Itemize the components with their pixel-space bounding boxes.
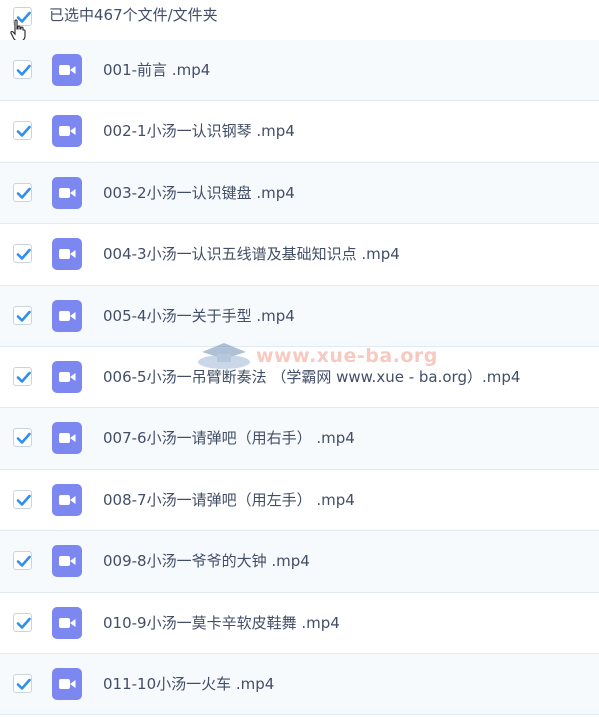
file-row[interactable]: 005-4小汤一关于手型 .mp4 [0,285,599,347]
video-camera-icon [59,371,76,382]
video-file-icon [52,176,82,209]
file-row[interactable]: 008-7小汤一请弹吧（用左手） .mp4 [0,470,599,532]
file-list: 001-前言 .mp4 002-1小汤一认识钢琴 .mp4 003-2小汤一认识键盘… [0,40,599,716]
video-file-icon [52,299,82,332]
file-name[interactable]: 005-4小汤一关于手型 .mp4 [103,306,295,326]
file-row[interactable]: 004-3小汤一认识五线谱及基础知识点 .mp4 [0,224,599,286]
file-row[interactable]: 002-1小汤一认识钢琴 .mp4 [0,101,599,163]
file-name[interactable]: 007-6小汤一请弹吧（用右手） .mp4 [103,428,355,448]
checkmark-icon [16,678,31,690]
file-checkbox[interactable] [13,673,32,693]
file-checkbox[interactable] [13,428,32,448]
selection-count-text: 已选中467个文件/文件夹 [49,6,218,24]
video-camera-icon [59,65,76,75]
checkmark-icon [16,555,31,567]
checkmark-icon [16,64,31,76]
video-camera-icon [59,187,76,198]
video-file-icon [52,238,82,271]
checkmark-icon [16,310,31,322]
file-name[interactable]: 010-9小汤一莫卡辛软皮鞋舞 .mp4 [103,613,340,633]
file-name[interactable]: 003-2小汤一认识键盘 .mp4 [103,183,295,203]
file-row[interactable]: 010-9小汤一莫卡辛软皮鞋舞 .mp4 [0,593,599,654]
video-file-icon [52,422,82,455]
file-name[interactable]: 002-1小汤一认识钢琴 .mp4 [103,121,295,141]
file-checkbox[interactable] [13,244,32,264]
video-camera-icon [59,678,76,689]
file-name[interactable]: 001-前言 .mp4 [103,60,210,80]
video-camera-icon [59,126,76,137]
video-file-icon [52,667,82,700]
checkmark-icon [16,617,31,629]
file-row[interactable]: 007-6小汤一请弹吧（用右手） .mp4 [0,408,599,470]
file-row[interactable]: 009-8小汤一爷爷的大钟 .mp4 [0,531,599,593]
file-name[interactable]: 009-8小汤一爷爷的大钟 .mp4 [103,551,310,571]
file-row[interactable]: 006-5小汤一吊臂断奏法 （学霸网 www.xue - ba.org）.mp4 [0,347,599,409]
file-checkbox[interactable] [13,60,32,79]
video-file-icon [52,606,82,639]
file-checkbox[interactable] [13,121,32,141]
checkmark-icon [16,126,31,138]
checkmark-icon [16,248,31,260]
checkmark-icon [16,187,31,199]
file-row[interactable]: 011-10小汤一火车 .mp4 [0,653,599,716]
checkmark-icon [16,371,31,383]
video-file-icon [52,545,82,578]
file-name[interactable]: 011-10小汤一火车 .mp4 [103,674,274,694]
file-row[interactable]: 001-前言 .mp4 [0,40,599,102]
file-checkbox[interactable] [13,551,32,571]
video-camera-icon [59,433,76,444]
video-camera-icon [59,310,76,321]
file-checkbox[interactable] [13,182,32,202]
video-file-icon [52,483,82,516]
video-file-icon [52,115,82,148]
file-name[interactable]: 004-3小汤一认识五线谱及基础知识点 .mp4 [103,244,400,264]
video-camera-icon [59,249,76,260]
video-file-icon [52,54,82,86]
file-checkbox[interactable] [13,489,32,509]
file-checkbox[interactable] [13,305,32,325]
video-camera-icon [59,617,76,628]
checkmark-icon [16,494,31,506]
video-file-icon [52,360,82,393]
video-camera-icon [59,494,76,505]
file-row[interactable]: 003-2小汤一认识键盘 .mp4 [0,162,599,225]
video-camera-icon [59,556,76,567]
file-checkbox[interactable] [13,612,32,632]
file-name[interactable]: 006-5小汤一吊臂断奏法 （学霸网 www.xue - ba.org）.mp4 [103,367,520,387]
file-checkbox[interactable] [13,366,32,386]
checkmark-icon [16,433,31,445]
selection-header: 已选中467个文件/文件夹 [0,0,599,42]
file-name[interactable]: 008-7小汤一请弹吧（用左手） .mp4 [103,490,355,510]
